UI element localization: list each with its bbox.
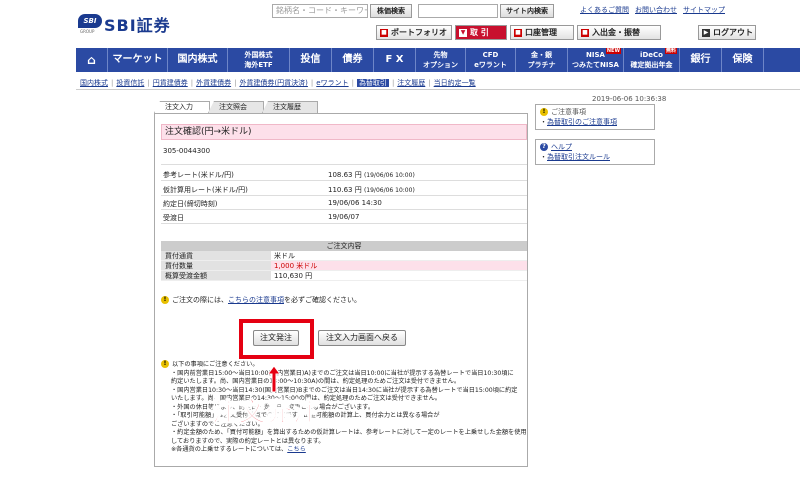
help-box: ? ヘルプ ・為替取引注文ルール: [535, 139, 655, 165]
divider: [161, 223, 527, 224]
deposit-icon: ■: [581, 29, 589, 37]
order-annotation-label: 注文発注: [211, 398, 321, 429]
notice-box: ! ご注意事項 ・為替取引のご注意事項: [535, 104, 655, 130]
provisional-rate-label: 仮計算用レート(米ドル/円): [163, 186, 248, 194]
caution-link[interactable]: こちらの注意事項: [228, 296, 284, 304]
contact-link[interactable]: お問い合わせ: [635, 6, 677, 14]
back-to-entry-button[interactable]: 注文入力画面へ戻る: [318, 330, 406, 346]
top-links: よくあるご質問 お問い合わせ サイトマップ: [580, 5, 731, 15]
trade-date-value: 19/06/06 14:30: [328, 199, 382, 207]
subnav-item[interactable]: 円貨建債券: [153, 79, 188, 87]
nav-item[interactable]: NISA つみたてNISA NEW: [568, 48, 624, 72]
reference-rate-value: 108.63 円 (19/06/06 10:00): [328, 171, 415, 179]
divider: [161, 209, 527, 210]
nav-item[interactable]: 保険: [722, 48, 764, 72]
sbi-logo-text[interactable]: SBI証券: [104, 12, 171, 36]
trade-icon: ▼: [459, 29, 467, 37]
portfolio-icon: ■: [380, 29, 388, 37]
nav-item[interactable]: 債券: [332, 48, 374, 72]
faq-link[interactable]: よくあるご質問: [580, 6, 629, 14]
nav-badge: 無料: [664, 48, 677, 54]
stock-search-input[interactable]: 銘柄名・コード・キーワード: [272, 4, 368, 18]
trade-date-label: 約定日(締切時刻): [163, 200, 218, 208]
tab-order-history[interactable]: 注文履歴: [262, 101, 318, 113]
stock-search-button[interactable]: 株価検索: [370, 4, 412, 18]
portfolio-button[interactable]: ■ ポートフォリオ: [376, 25, 452, 40]
site-search-button[interactable]: サイト内検索: [500, 4, 554, 18]
nav-item[interactable]: 国内株式: [168, 48, 228, 72]
notice-link[interactable]: 為替取引のご注意事項: [547, 118, 617, 126]
nav-item[interactable]: CFD eワラント: [466, 48, 516, 72]
deposit-transfer-button[interactable]: ■ 入出金・振替: [577, 25, 661, 40]
subnav-item[interactable]: 注文履歴: [397, 79, 425, 87]
nav-badge: NEW: [605, 48, 621, 54]
nav-item[interactable]: 金・銀 プラチナ: [516, 48, 568, 72]
warning-icon: !: [161, 360, 169, 368]
help-link[interactable]: ヘルプ: [551, 143, 572, 151]
sitemap-link[interactable]: サイトマップ: [683, 6, 725, 14]
subnav-separator: |: [310, 79, 314, 87]
trade-button[interactable]: ▼ 取 引: [455, 25, 507, 40]
sbi-logo-mark[interactable]: SBI: [78, 14, 102, 28]
divider: [161, 195, 527, 196]
warning-icon: !: [161, 296, 169, 304]
reference-rate-label: 参考レート(米ドル/円): [163, 171, 234, 179]
logo-group-text: GROUP: [80, 29, 95, 34]
warning-icon: !: [540, 108, 548, 116]
divider: [76, 89, 800, 90]
nav-item[interactable]: iDeCo 確定拠出年金 無料: [624, 48, 680, 72]
nav-item[interactable]: 外国株式 海外ETF: [228, 48, 290, 72]
subnav-item[interactable]: 当日約定一覧: [434, 79, 476, 87]
timestamp: 2019-06-06 10:36:38: [592, 95, 667, 103]
subnav-separator: |: [391, 79, 395, 87]
rate-link[interactable]: こちら: [287, 446, 306, 453]
table-row: 買付数量 1,000 米ドル: [161, 261, 527, 271]
nav-item[interactable]: マーケット: [108, 48, 168, 72]
account-number: 305-0044300: [163, 147, 211, 155]
site-search-input[interactable]: [418, 4, 498, 18]
page-title: 注文確認(円→米ドル): [161, 124, 527, 140]
table-row: 概算受渡金額 110,630 円: [161, 271, 527, 281]
subnav-item[interactable]: eワラント: [316, 79, 348, 87]
logout-button[interactable]: ▶ ログアウト: [698, 25, 756, 40]
arrow-up-icon: [268, 366, 280, 392]
subnav-separator: |: [351, 79, 354, 87]
confirm-note: ! ご注文の際には、こちらの注意事項を必ずご確認ください。: [161, 295, 361, 305]
tab-order-inquiry[interactable]: 注文照会: [208, 101, 264, 113]
delivery-date-label: 受渡日: [163, 214, 184, 222]
subnav-item[interactable]: 投資信託: [116, 79, 144, 87]
subnav-item[interactable]: 外貨建債券(円貨決済): [239, 79, 307, 87]
account-icon: ■: [514, 29, 522, 37]
delivery-date-value: 19/06/07: [328, 213, 360, 221]
subnav-separator: |: [190, 79, 194, 87]
help-icon: ?: [540, 143, 548, 151]
home-icon[interactable]: ⌂: [76, 48, 108, 72]
divider: [161, 164, 527, 165]
nav-item[interactable]: F X: [374, 48, 416, 72]
sub-nav: 国内株式 | 投資信託 | 円貨建債券 | 外貨建債券 | 外貨建債券(円貨決済) | eワラント |…: [80, 78, 479, 88]
subnav-item[interactable]: 国内株式: [80, 79, 108, 87]
subnav-separator: |: [147, 79, 150, 87]
provisional-rate-value: 110.63 円 (19/06/06 10:00): [328, 186, 415, 194]
order-content-table: ご注文内容 買付通貨 米ドル 買付数量 1,000 米ドル 概算受渡金額 110,63…: [161, 241, 527, 281]
subnav-separator: |: [111, 79, 114, 87]
subnav-item[interactable]: 外貨建債券: [196, 79, 231, 87]
main-nav: ⌂ マーケット 国内株式 外国株式 海外ETF 投信 債券 F X 先物 オプション CFD eワラン…: [76, 48, 800, 72]
place-order-button[interactable]: 注文発注: [253, 330, 299, 346]
table-row: 買付通貨 米ドル: [161, 251, 527, 261]
subnav-separator: |: [428, 79, 431, 87]
nav-item[interactable]: 先物 オプション: [416, 48, 466, 72]
tab-order-entry[interactable]: 注文入力: [154, 101, 210, 113]
subnav-separator: |: [234, 79, 237, 87]
order-content-header: ご注文内容: [161, 241, 527, 251]
divider: [161, 180, 527, 181]
nav-item[interactable]: 銀行: [680, 48, 722, 72]
order-rule-link[interactable]: 為替取引注文ルール: [547, 153, 610, 161]
nav-item[interactable]: 投信: [290, 48, 332, 72]
logout-icon: ▶: [702, 29, 710, 37]
account-button[interactable]: ■ 口座管理: [510, 25, 574, 40]
subnav-item[interactable]: 為替取引: [356, 79, 389, 87]
